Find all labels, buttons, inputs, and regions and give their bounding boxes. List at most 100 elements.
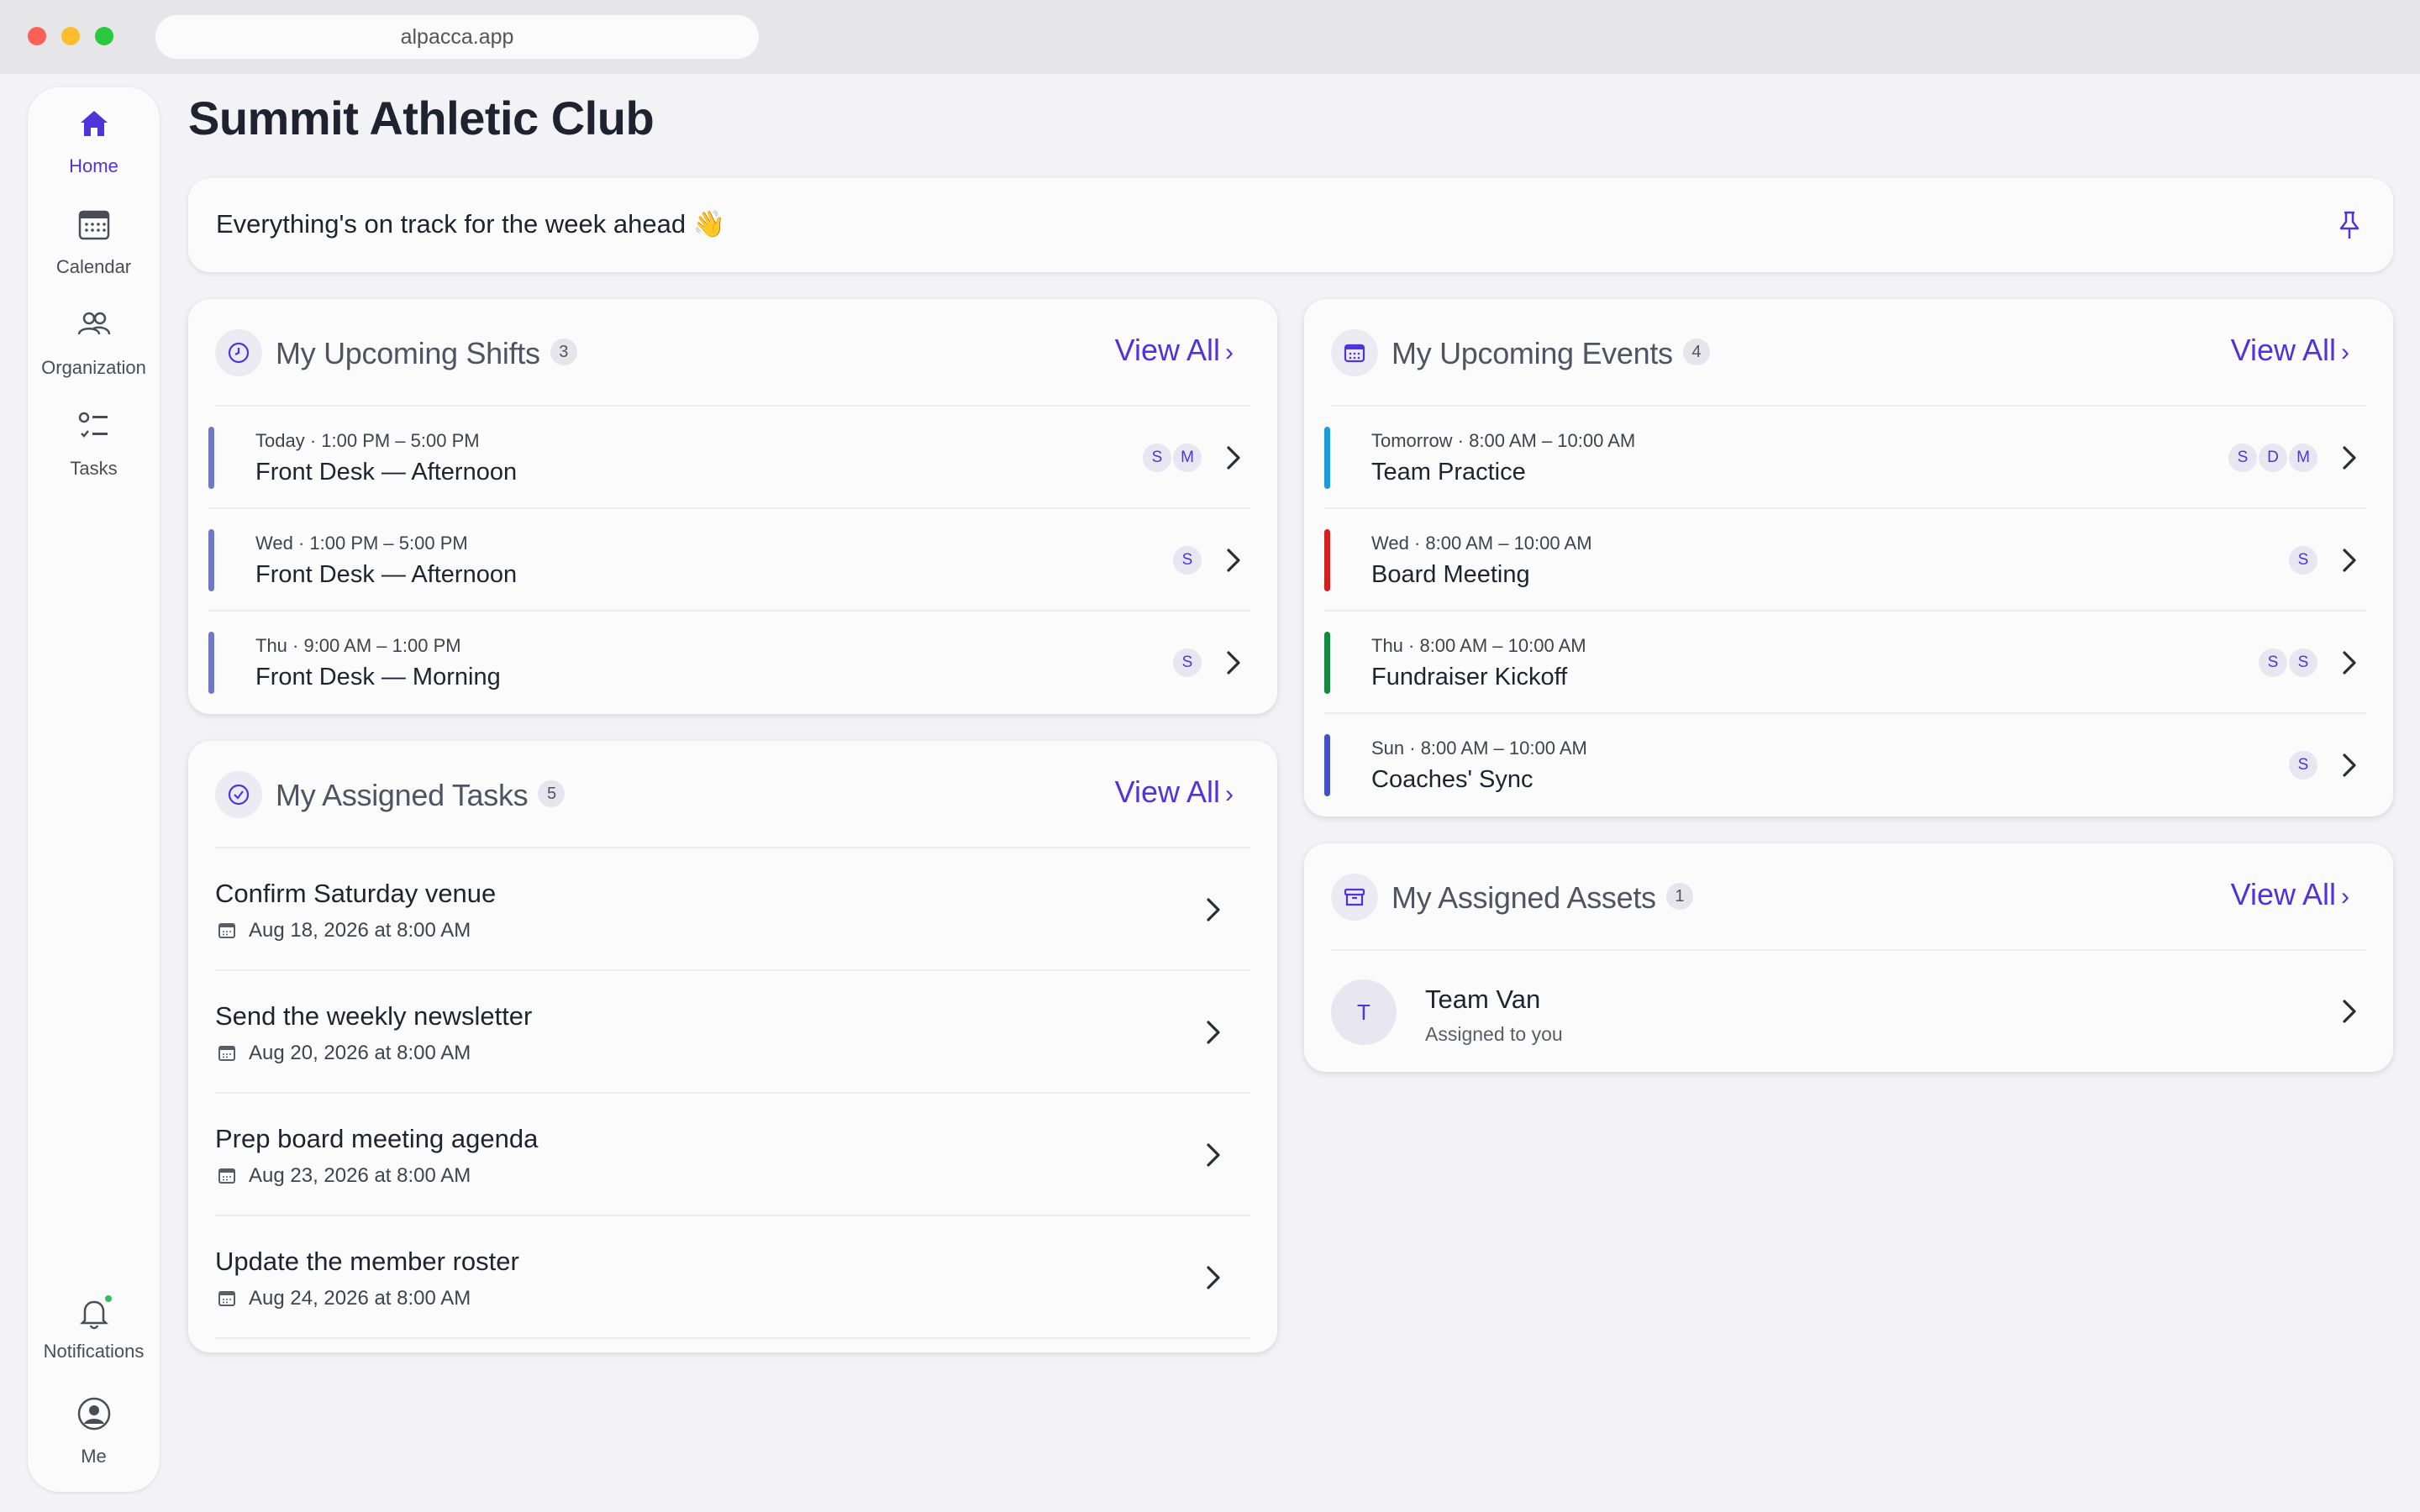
row-title: Front Desk — Afternoon bbox=[255, 459, 518, 486]
row-title: Team Practice bbox=[1371, 459, 1526, 486]
tasks-card-title: My Assigned Tasks 5 bbox=[276, 778, 566, 813]
avatar-group: SM bbox=[1141, 442, 1203, 475]
avatar: S bbox=[1171, 544, 1203, 576]
chevron-right-icon[interactable] bbox=[1223, 443, 1244, 473]
chevron-right-icon[interactable] bbox=[1223, 648, 1244, 678]
event-row[interactable]: Wed · 8:00 AM – 10:00 AM Board Meeting S bbox=[1324, 509, 2366, 612]
archive-icon bbox=[1331, 874, 1378, 921]
chevron-right-icon[interactable] bbox=[1203, 1140, 1223, 1170]
task-row[interactable]: Update the member roster Aug 24, 2026 at … bbox=[215, 1216, 1250, 1339]
row-title: Front Desk — Morning bbox=[255, 664, 501, 690]
task-row[interactable]: Prep board meeting agenda Aug 23, 2026 at… bbox=[215, 1094, 1250, 1216]
sidebar-item-organization[interactable]: Organization bbox=[28, 306, 160, 379]
tasks-card-header: My Assigned Tasks 5 View All › bbox=[215, 741, 1250, 848]
pin-icon[interactable] bbox=[2333, 208, 2366, 242]
event-row[interactable]: Thu · 8:00 AM – 10:00 AM Fundraiser Kicko… bbox=[1324, 612, 2366, 714]
count-badge: 5 bbox=[538, 780, 566, 808]
calendar-icon bbox=[218, 1168, 235, 1184]
chevron-right-icon[interactable] bbox=[2339, 648, 2360, 678]
task-due-date: Aug 23, 2026 at 8:00 AM bbox=[249, 1164, 471, 1187]
task-due-date: Aug 24, 2026 at 8:00 AM bbox=[249, 1287, 471, 1310]
row-time: Wed · 1:00 PM – 5:00 PM bbox=[255, 533, 468, 554]
task-row[interactable]: Confirm Saturday venue Aug 18, 2026 at 8:… bbox=[215, 848, 1250, 971]
sidebar-item-home[interactable]: Home bbox=[28, 104, 160, 177]
tasks-icon bbox=[78, 412, 108, 438]
color-bar bbox=[1324, 529, 1330, 591]
page-title: Summit Athletic Club bbox=[188, 92, 655, 144]
chevron-right-icon[interactable] bbox=[1223, 545, 1244, 575]
url-bar[interactable]: alpacca.app bbox=[155, 15, 759, 59]
avatar: S bbox=[2257, 647, 2289, 679]
color-bar bbox=[208, 427, 214, 489]
calendar-icon bbox=[218, 1291, 235, 1306]
browser-chrome: alpacca.app bbox=[0, 0, 2420, 74]
maximize-window-button[interactable] bbox=[95, 27, 113, 45]
assets-card-title: My Assigned Assets 1 bbox=[1392, 880, 1693, 916]
close-window-button[interactable] bbox=[28, 27, 46, 45]
home-icon bbox=[80, 111, 108, 136]
sidebar-item-notifications[interactable]: Notifications bbox=[28, 1294, 160, 1362]
row-time: Today · 1:00 PM – 5:00 PM bbox=[255, 430, 480, 451]
asset-title: Team Van bbox=[1425, 984, 1541, 1014]
sidebar-item-label: Tasks bbox=[70, 458, 118, 479]
shift-row[interactable]: Thu · 9:00 AM – 1:00 PM Front Desk — Morn… bbox=[208, 612, 1250, 714]
events-card-header: My Upcoming Events 4 View All › bbox=[1331, 299, 2366, 407]
user-icon bbox=[77, 1397, 110, 1431]
status-banner: Everything's on track for the week ahead… bbox=[188, 178, 2393, 272]
sidebar-item-me[interactable]: Me bbox=[28, 1394, 160, 1467]
sidebar-item-tasks[interactable]: Tasks bbox=[28, 407, 160, 480]
shift-row[interactable]: Today · 1:00 PM – 5:00 PM Front Desk — Af… bbox=[208, 407, 1250, 509]
chevron-right-icon[interactable] bbox=[1203, 1263, 1223, 1293]
tasks-view-all-link[interactable]: View All › bbox=[1115, 774, 1234, 810]
asset-avatar: T bbox=[1331, 979, 1397, 1045]
check-circle-icon bbox=[215, 771, 262, 818]
asset-subtitle: Assigned to you bbox=[1425, 1023, 1563, 1045]
chevron-right-icon[interactable] bbox=[2339, 443, 2360, 473]
chevron-right-icon[interactable] bbox=[2339, 750, 2360, 780]
chevron-right-icon[interactable] bbox=[2339, 545, 2360, 575]
task-row[interactable]: Send the weekly newsletter Aug 20, 2026 a… bbox=[215, 971, 1250, 1094]
sidebar-item-label: Me bbox=[81, 1446, 107, 1467]
avatar-group: S bbox=[1171, 544, 1203, 578]
assets-view-all-link[interactable]: View All › bbox=[2231, 877, 2349, 912]
assets-card: My Assigned Assets 1 View All › T Team Van… bbox=[1304, 843, 2393, 1072]
clock-icon bbox=[215, 329, 262, 376]
avatar: S bbox=[2227, 442, 2259, 474]
avatar: S bbox=[2287, 544, 2319, 576]
sidebar-item-label: Organization bbox=[41, 357, 146, 378]
avatar: S bbox=[2287, 749, 2319, 781]
row-time: Wed · 8:00 AM – 10:00 AM bbox=[1371, 533, 1592, 554]
chevron-right-icon[interactable] bbox=[2339, 996, 2360, 1026]
row-title: Coaches' Sync bbox=[1371, 766, 1534, 793]
color-bar bbox=[208, 632, 214, 694]
row-time: Tomorrow · 8:00 AM – 10:00 AM bbox=[1371, 430, 1636, 451]
minimize-window-button[interactable] bbox=[61, 27, 80, 45]
banner-text: Everything's on track for the week ahead… bbox=[216, 209, 726, 239]
row-time: Thu · 9:00 AM – 1:00 PM bbox=[255, 635, 461, 656]
task-title: Prep board meeting agenda bbox=[215, 1124, 539, 1153]
color-bar bbox=[208, 529, 214, 591]
task-due-date: Aug 20, 2026 at 8:00 AM bbox=[249, 1042, 471, 1064]
chevron-right-icon[interactable] bbox=[1203, 895, 1223, 925]
count-badge: 3 bbox=[550, 339, 577, 366]
event-row[interactable]: Tomorrow · 8:00 AM – 10:00 AM Team Practi… bbox=[1324, 407, 2366, 509]
task-title: Update the member roster bbox=[215, 1247, 519, 1276]
shift-row[interactable]: Wed · 1:00 PM – 5:00 PM Front Desk — Afte… bbox=[208, 509, 1250, 612]
row-title: Fundraiser Kickoff bbox=[1371, 664, 1568, 690]
shifts-view-all-link[interactable]: View All › bbox=[1115, 333, 1234, 368]
avatar: S bbox=[1141, 442, 1173, 474]
events-view-all-link[interactable]: View All › bbox=[2231, 333, 2349, 368]
sidebar-item-label: Calendar bbox=[55, 256, 132, 277]
event-row[interactable]: Sun · 8:00 AM – 10:00 AM Coaches' Sync S bbox=[1324, 714, 2366, 816]
task-title: Send the weekly newsletter bbox=[215, 1001, 533, 1031]
row-time: Sun · 8:00 AM – 10:00 AM bbox=[1371, 738, 1587, 759]
avatar: M bbox=[2287, 442, 2319, 474]
chevron-right-icon[interactable] bbox=[1203, 1017, 1223, 1047]
asset-row[interactable]: T Team Van Assigned to you bbox=[1331, 951, 2366, 1072]
calendar-icon bbox=[218, 923, 235, 938]
avatar: D bbox=[2257, 442, 2289, 474]
avatar-group: SS bbox=[2257, 647, 2319, 680]
color-bar bbox=[1324, 427, 1330, 489]
sidebar-item-calendar[interactable]: Calendar bbox=[28, 205, 160, 278]
events-card-title: My Upcoming Events 4 bbox=[1392, 336, 1710, 371]
